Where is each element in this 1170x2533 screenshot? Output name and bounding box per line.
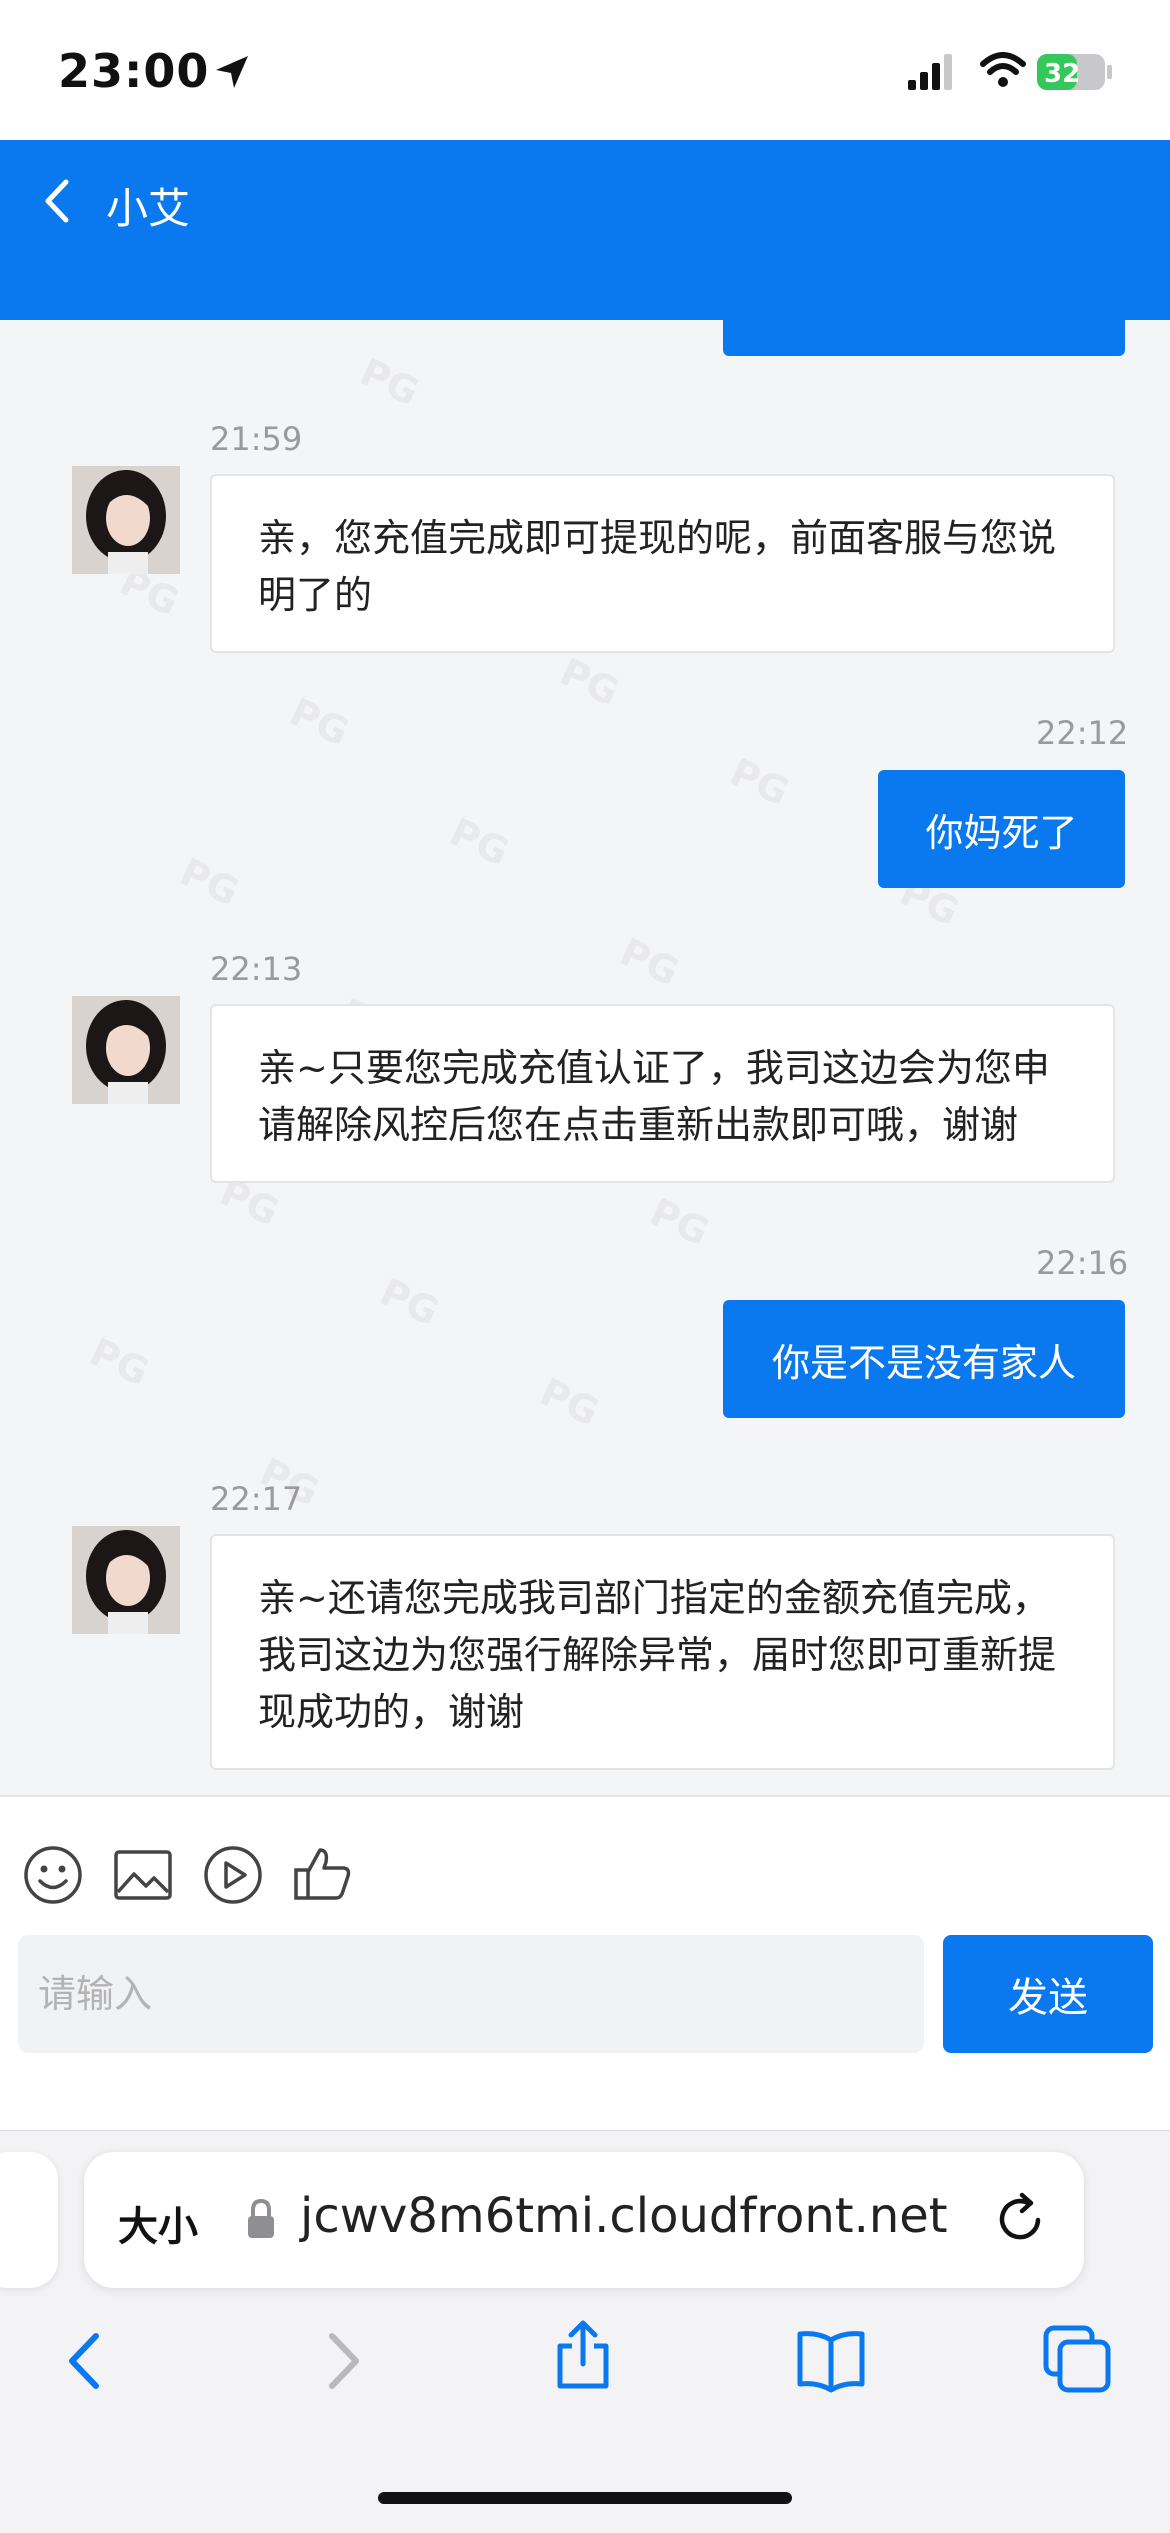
message-time: 21:59 (210, 420, 303, 458)
wifi-icon (980, 52, 1026, 87)
video-play-icon[interactable] (202, 1844, 264, 1906)
cellular-signal-icon (908, 54, 952, 90)
previous-tab-peek[interactable] (0, 2152, 58, 2288)
previous-outgoing-bubble (723, 320, 1125, 356)
thumbs-up-icon[interactable] (292, 1842, 354, 1904)
battery-icon: 32 (1037, 54, 1112, 90)
incoming-message-bubble: 亲~还请您完成我司部门指定的金额充值完成，我司这边为您强行解除异常，届时您即可重… (210, 1534, 1115, 1770)
bookmarks-icon[interactable] (796, 2326, 866, 2396)
page-settings-button[interactable]: 大小 (118, 2194, 198, 2252)
incoming-message-bubble: 亲，您充值完成即可提现的呢，前面客服与您说明了的 (210, 474, 1115, 653)
location-arrow-icon (216, 56, 248, 88)
agent-avatar[interactable] (72, 996, 180, 1104)
image-icon[interactable] (112, 1844, 174, 1906)
browser-back-icon[interactable] (52, 2326, 122, 2396)
avatar-image (72, 1526, 180, 1634)
watermark: PG (83, 1329, 156, 1395)
watermark: PG (353, 349, 426, 415)
watermark: PG (533, 1369, 606, 1435)
chat-area[interactable]: PG PG PG PG PG PG PG PG PG PG PG PG PG P… (0, 320, 1170, 1795)
emoji-icon[interactable] (22, 1844, 84, 1906)
watermark: PG (553, 649, 626, 715)
watermark: PG (613, 929, 686, 995)
message-time: 22:16 (1036, 1244, 1129, 1282)
battery-level: 32 (1044, 59, 1080, 89)
outgoing-message-bubble: 你是不是没有家人 (723, 1300, 1125, 1418)
agent-avatar[interactable] (72, 1526, 180, 1634)
message-time: 22:13 (210, 950, 303, 988)
watermark: PG (643, 1189, 716, 1255)
watermark: PG (373, 1269, 446, 1335)
outgoing-message-bubble: 你妈死了 (878, 770, 1125, 888)
browser-forward-icon[interactable] (306, 2326, 376, 2396)
agent-avatar[interactable] (72, 466, 180, 574)
home-indicator (378, 2492, 792, 2504)
watermark: PG (443, 809, 516, 875)
url-text[interactable]: jcwv8m6tmi.cloudfront.net (300, 2188, 948, 2244)
lock-icon (248, 2198, 274, 2238)
share-icon[interactable] (548, 2320, 618, 2390)
incoming-message-bubble: 亲~只要您完成充值认证了，我司这边会为您申请解除风控后您在点击重新出款即可哦，谢… (210, 1004, 1115, 1183)
message-time: 22:17 (210, 1480, 303, 1518)
avatar-image (72, 996, 180, 1104)
tabs-icon[interactable] (1042, 2324, 1112, 2394)
avatar-image (72, 466, 180, 574)
watermark: PG (283, 689, 356, 755)
watermark: PG (723, 749, 796, 815)
contact-name: 小艾 (106, 184, 191, 233)
message-time: 22:12 (1036, 714, 1129, 752)
status-time: 23:00 (58, 44, 210, 98)
send-button[interactable]: 发送 (943, 1935, 1153, 2053)
back-chevron-icon[interactable] (38, 176, 78, 226)
watermark: PG (173, 849, 246, 915)
message-input[interactable] (18, 1935, 924, 2053)
reload-icon[interactable] (994, 2190, 1046, 2246)
